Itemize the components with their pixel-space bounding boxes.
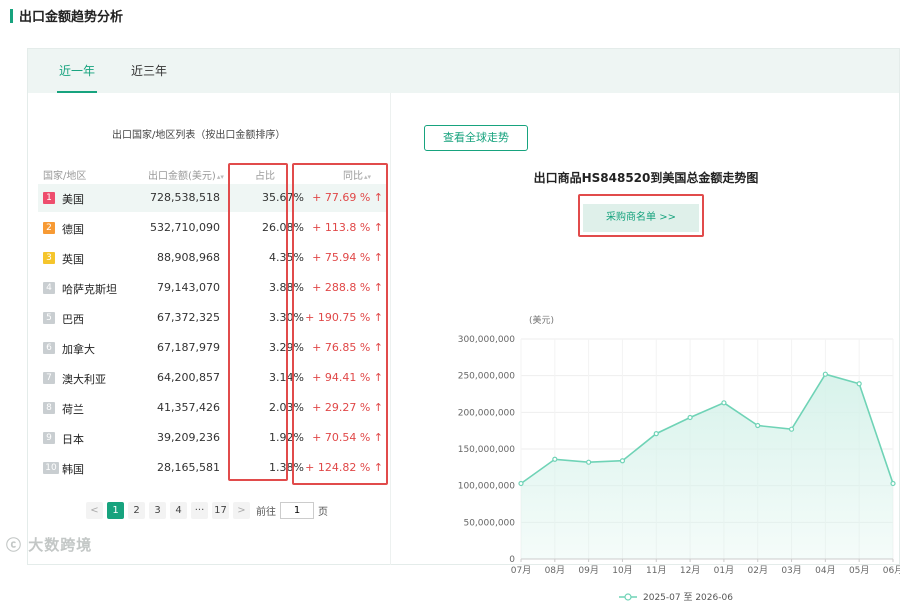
legend-marker-icon [624,593,632,601]
rank-badge: 2 [43,222,55,234]
data-point [890,480,896,487]
data-point [653,431,659,437]
export-amount: 79,143,070 [157,281,220,294]
country-list-title: 出口国家/地区列表（按出口金额排序） [112,130,286,141]
view-global-trend-button[interactable]: 查看全球走势 [424,125,528,151]
x-tick-label: 05月 [849,565,869,576]
data-point [721,400,727,406]
page-4-button[interactable]: 4 [170,502,187,519]
goto-label: 前往 [256,507,276,518]
rank-badge: 8 [43,402,55,414]
section-title: 出口金额趋势分析 [10,6,123,25]
rank-badge: 5 [43,312,55,324]
export-amount: 28,165,581 [157,461,220,474]
series-area [521,374,893,559]
watermark-logo: ⓒ 大数跨境 [6,536,93,554]
export-amount: 67,372,325 [157,311,220,324]
header-amount-label: 出口金额(美元) [148,171,216,182]
export-amount: 532,710,090 [150,221,220,234]
legend-label: 2025-07 至 2026-06 [643,592,733,603]
sort-icon[interactable]: ▴▾ [217,173,224,181]
x-tick-label: 02月 [748,565,768,576]
tab-last-three-years[interactable]: 近三年 [131,49,167,93]
x-tick-label: 08月 [545,565,565,576]
x-tick-label: 07月 [511,565,531,576]
rank-badge: 7 [43,372,55,384]
country-name[interactable]: 美国 [62,191,84,207]
country-name[interactable]: 澳大利亚 [62,371,106,387]
highlight-box-buyer [578,194,704,237]
rank-badge: 3 [43,252,55,264]
y-tick-label: 200,000,000 [458,408,516,418]
rank-badge: 1 [43,192,55,204]
country-name[interactable]: 德国 [62,221,84,237]
export-amount: 88,908,968 [157,251,220,264]
tab-last-year[interactable]: 近一年 [56,49,98,93]
y-tick-label: 0 [509,555,515,565]
prev-page-button[interactable]: < [86,502,103,519]
y-tick-label: 150,000,000 [458,445,516,455]
data-point [755,422,761,429]
data-point [687,414,693,421]
x-tick-label: 09月 [578,565,598,576]
export-trend-panel: 近一年 近三年 出口国家/地区列表（按出口金额排序） 国家/地区 出口金额(美元… [27,48,900,603]
export-amount: 39,209,236 [157,431,220,444]
country-name[interactable]: 英国 [62,251,84,267]
page-3-button[interactable]: 3 [149,502,166,519]
country-name[interactable]: 加拿大 [62,341,95,357]
y-tick-label: 100,000,000 [458,482,516,492]
y-tick-label: 50,000,000 [463,518,515,528]
data-point [619,458,626,464]
page-unit-label: 页 [318,507,328,518]
page-17-button[interactable]: 17 [212,502,229,519]
goto-page-input[interactable] [280,502,314,519]
x-tick-label: 06月 [883,565,900,576]
highlight-box-yoy [292,163,388,485]
export-amount: 728,538,518 [150,191,220,204]
export-amount: 64,200,857 [157,371,220,384]
rank-badge: 4 [43,282,55,294]
data-point [518,480,524,487]
next-page-button[interactable]: > [233,502,250,519]
x-tick-label: 10月 [612,565,632,576]
page-1-button[interactable]: 1 [107,502,124,519]
rank-badge: 6 [43,342,55,354]
tab-bar: 近一年 近三年 [28,49,899,93]
x-tick-label: 04月 [815,565,835,576]
data-point [552,456,558,462]
data-point [856,381,862,387]
title-accent-bar [10,8,13,23]
export-amount: 41,357,426 [157,401,220,414]
country-name[interactable]: 巴西 [62,311,84,327]
highlight-box-ratio [228,163,288,481]
rank-badge: 10 [43,462,59,474]
rank-badge: 9 [43,432,55,444]
y-tick-label: 250,000,000 [458,372,516,382]
pagination: < 1 2 3 4 ··· 17 > 前往 页 [86,502,328,519]
page-2-button[interactable]: 2 [128,502,145,519]
export-amount: 67,187,979 [157,341,220,354]
x-tick-label: 11月 [646,565,666,576]
section-title-text: 出口金额趋势分析 [19,10,124,25]
header-amount[interactable]: 出口金额(美元)▴▾ [148,167,224,182]
data-point [586,459,592,465]
watermark-text: 大数跨境 [28,536,93,554]
data-point [788,426,795,432]
country-name[interactable]: 哈萨克斯坦 [62,281,117,297]
x-tick-label: 12月 [680,565,700,576]
header-country: 国家/地区 [43,171,87,182]
y-unit-label: (美元) [529,314,554,326]
more-pages-button[interactable]: ··· [191,502,208,519]
data-point [822,371,828,377]
x-tick-label: 01月 [714,565,734,576]
chart-title: 出口商品HS848520到美国总金额走势图 [533,171,759,185]
country-name[interactable]: 韩国 [62,461,84,477]
country-name[interactable]: 日本 [62,431,84,447]
trend-chart: (美元) 0 50,000,000 100,000,000 150,000,000 200… [458,314,900,603]
x-tick-label: 03月 [781,565,801,576]
y-tick-label: 300,000,000 [458,335,516,345]
country-name[interactable]: 荷兰 [62,401,84,417]
